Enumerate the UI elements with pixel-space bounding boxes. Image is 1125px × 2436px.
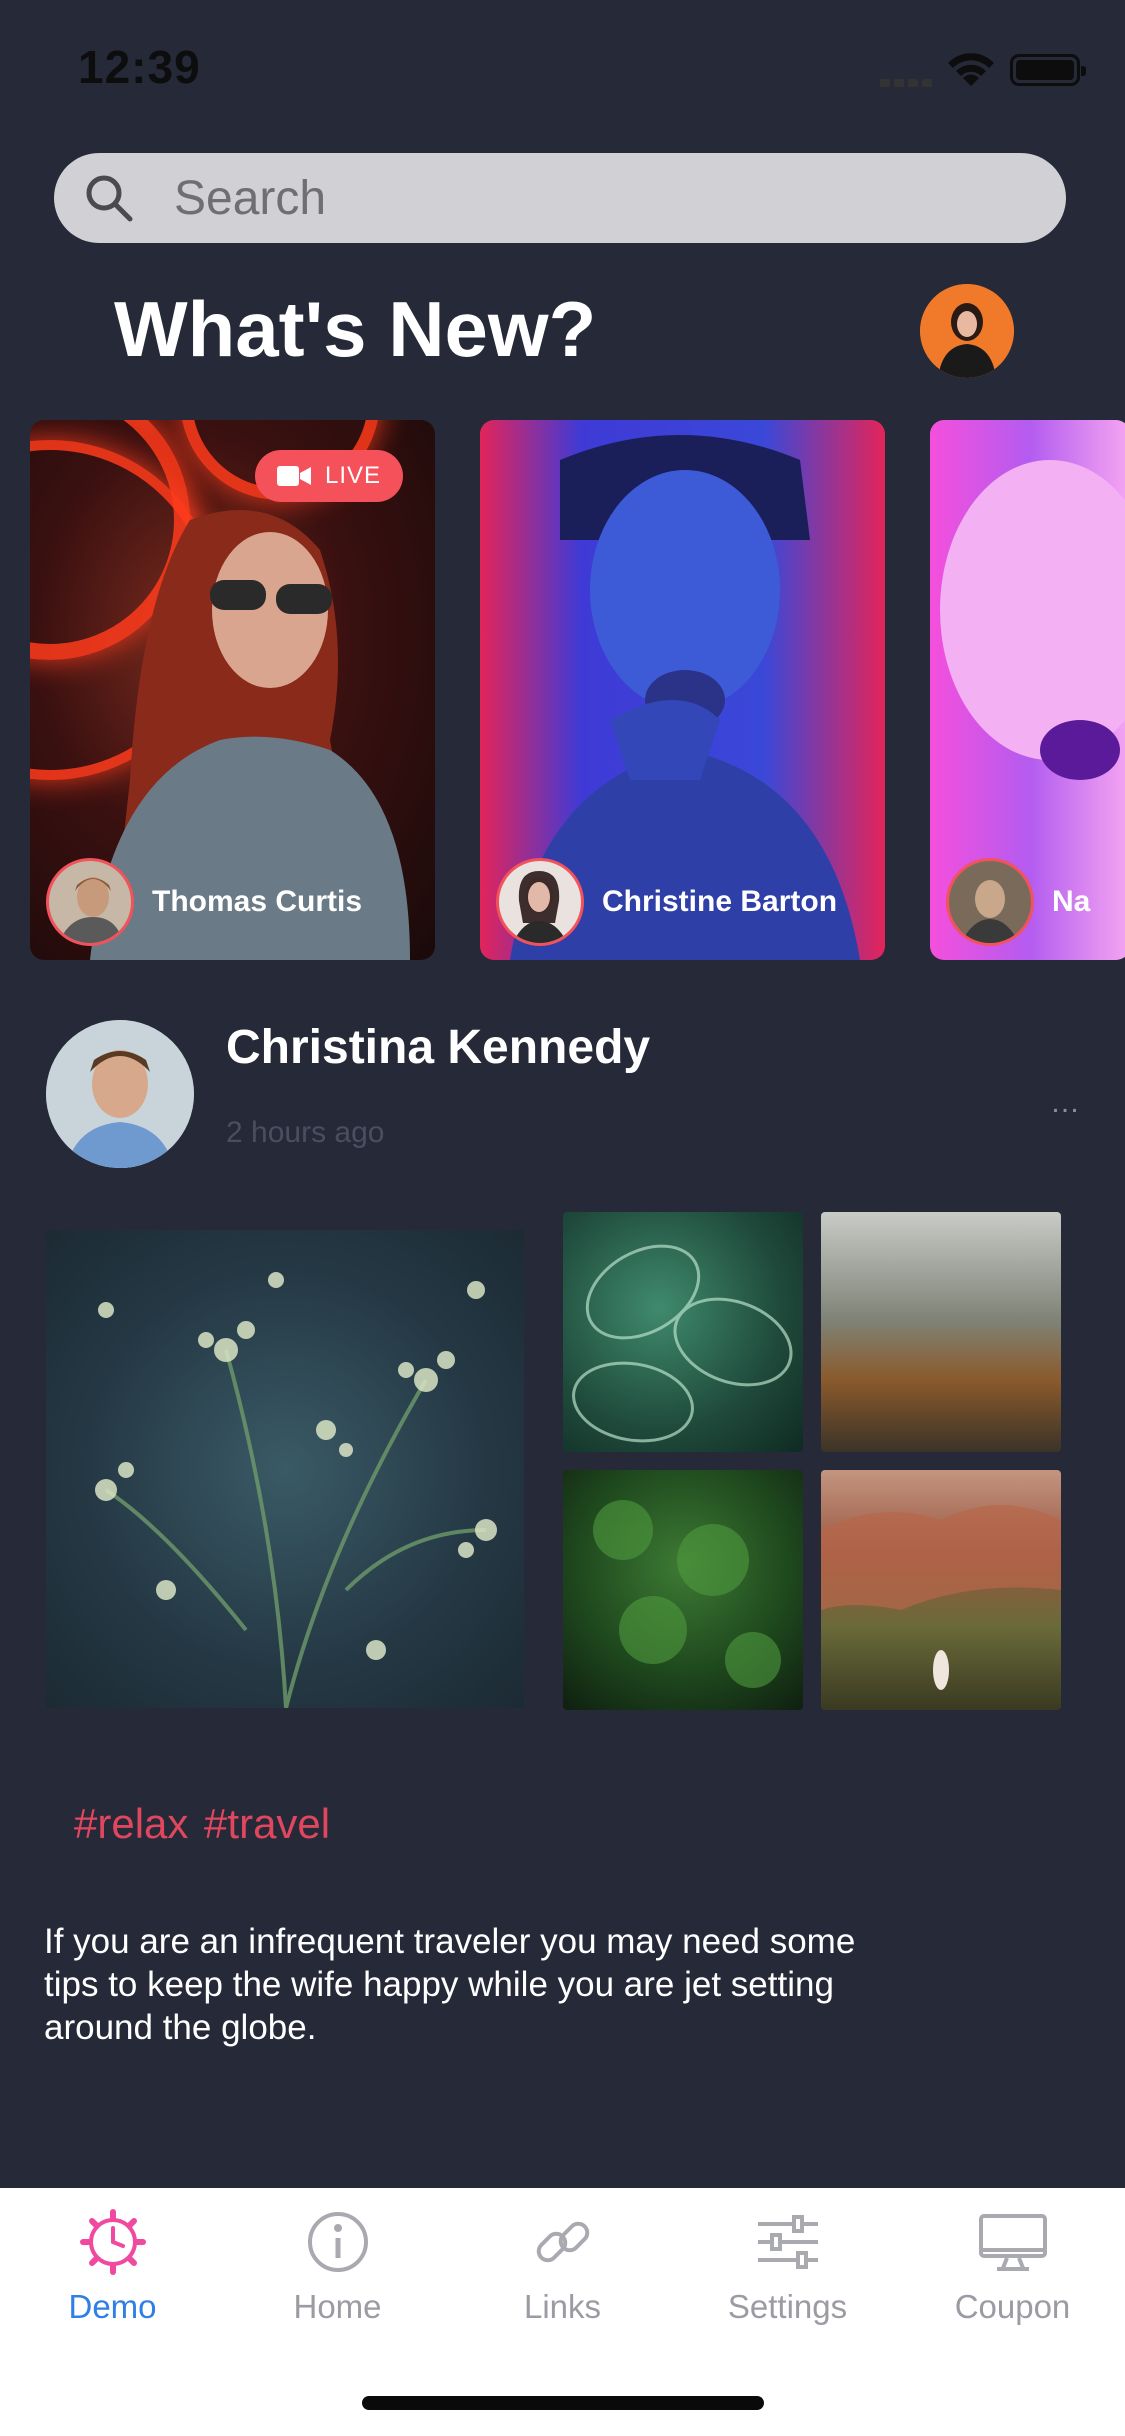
search-input[interactable] <box>174 165 1034 231</box>
video-camera-icon <box>276 466 311 486</box>
story-name: Thomas Curtis <box>152 885 363 918</box>
story-card[interactable]: LIVE Thomas Curtis <box>30 420 435 960</box>
post-photo-canyon[interactable] <box>821 1470 1061 1710</box>
page-title: What's New? <box>114 285 597 373</box>
tab-links[interactable]: Links <box>450 2206 675 2346</box>
battery-icon <box>1010 54 1086 86</box>
tab-label: Demo <box>68 2288 157 2325</box>
story-card[interactable]: Na <box>930 420 1125 960</box>
live-label: LIVE <box>324 462 382 489</box>
tab-settings[interactable]: Settings <box>675 2206 900 2346</box>
post-body-text: If you are an infrequent traveler you ma… <box>44 1922 856 2047</box>
avatar <box>496 858 584 946</box>
tab-demo[interactable]: Demo <box>0 2206 225 2346</box>
post-photo-flowers[interactable] <box>46 1230 524 1708</box>
tab-label: Links <box>523 2288 602 2325</box>
story-name: Christine Barton <box>602 885 838 918</box>
status-time: 12:39 <box>78 41 201 93</box>
tab-label: Home <box>293 2288 382 2325</box>
story-owner: Na <box>946 858 1090 946</box>
stories-carousel[interactable]: LIVE Thomas Curtis Christine Barton Na <box>0 420 1125 962</box>
story-name: Na <box>1052 885 1091 918</box>
story-card[interactable]: Christine Barton <box>480 420 885 960</box>
info-icon <box>307 2212 368 2272</box>
tab-home[interactable]: Home <box>225 2206 450 2346</box>
post-author-avatar[interactable] <box>46 1020 194 1168</box>
more-options-button[interactable]: … <box>1050 1086 1081 1120</box>
live-badge: LIVE <box>255 450 403 502</box>
post-photo-foggy-forest[interactable] <box>821 1212 1061 1452</box>
post-timestamp: 2 hours ago <box>226 1116 385 1149</box>
post-photo-pine[interactable] <box>563 1470 803 1710</box>
tab-label: Coupon <box>954 2288 1071 2325</box>
wifi-icon <box>948 53 994 86</box>
story-owner: Thomas Curtis <box>46 858 362 946</box>
gear-clock-icon <box>79 2209 146 2275</box>
signal-icon <box>880 74 936 87</box>
tab-coupon[interactable]: Coupon <box>900 2206 1125 2346</box>
search-bar[interactable] <box>54 153 1066 243</box>
link-icon <box>536 2221 589 2263</box>
status-bar: 12:39 <box>0 0 1125 132</box>
post-photo-leaves[interactable] <box>563 1212 803 1452</box>
avatar <box>946 858 1034 946</box>
tab-label: Settings <box>727 2288 848 2325</box>
profile-avatar[interactable] <box>920 284 1014 378</box>
avatar <box>46 858 134 946</box>
post-author-name[interactable]: Christina Kennedy <box>226 1020 650 1075</box>
monitor-icon <box>978 2214 1047 2271</box>
search-icon <box>86 175 133 222</box>
home-indicator[interactable] <box>362 2396 764 2410</box>
sliders-icon <box>757 2215 818 2269</box>
story-owner: Christine Barton <box>496 858 837 946</box>
post-tags[interactable]: #relax #travel <box>74 1800 330 1848</box>
